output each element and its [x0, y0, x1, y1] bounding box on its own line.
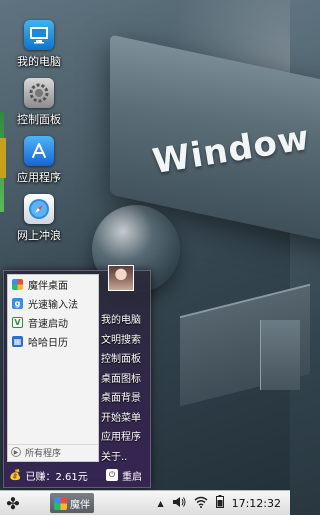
- volume-icon[interactable]: [172, 496, 186, 511]
- moban-icon: [12, 279, 23, 290]
- wallpaper-block: [260, 320, 300, 390]
- start-menu-footer: 💰 已赚：2.61元 ⏻ 重启: [4, 463, 150, 487]
- desktop-icon-label: 应用程序: [17, 171, 61, 184]
- clock[interactable]: 17:12:32: [232, 497, 281, 510]
- start-menu-link-apps[interactable]: 应用程序: [100, 428, 150, 448]
- settings-icon: [24, 78, 54, 108]
- wifi-icon[interactable]: [194, 496, 208, 511]
- start-menu-link-control-panel[interactable]: 控制面板: [100, 350, 150, 370]
- taskbar-app-moban[interactable]: 魔伴: [50, 493, 94, 513]
- all-programs-button[interactable]: ▶ 所有程序: [8, 444, 98, 459]
- restart-button[interactable]: ⏻ 重启: [106, 468, 142, 483]
- start-menu-item-input-method[interactable]: g 光速输入法: [8, 294, 98, 313]
- start-menu-item-calendar[interactable]: ▦ 哈哈日历: [8, 332, 98, 351]
- start-menu-link-search[interactable]: 文明搜索: [100, 331, 150, 351]
- money-bag-icon: 💰: [9, 469, 22, 481]
- start-menu-item-mobanzhuomian[interactable]: 魔伴桌面: [8, 275, 98, 294]
- earnings-display: 💰 已赚：2.61元: [9, 468, 88, 483]
- start-button[interactable]: ✤: [0, 491, 26, 515]
- system-tray: ▲ 17:12:32: [157, 491, 290, 515]
- start-menu-link-desktop-background[interactable]: 桌面背景: [100, 389, 150, 409]
- start-menu-link-my-computer[interactable]: 我的电脑: [100, 311, 150, 331]
- start-menu: 魔伴桌面 g 光速输入法 V 音速启动 ▦ 哈哈日历 ▶ 所有程序 我的电脑 文…: [3, 265, 151, 488]
- desktop-icon-computer[interactable]: 我的电脑: [8, 20, 70, 69]
- start-menu-item-label: 光速输入法: [28, 300, 78, 311]
- all-programs-label: 所有程序: [25, 448, 62, 459]
- start-menu-item-label: 魔伴桌面: [28, 281, 68, 292]
- restart-label: 重启: [122, 471, 142, 483]
- quick-launch-icon: V: [12, 317, 23, 328]
- compass-icon: [24, 194, 54, 224]
- desktop-icon-apps[interactable]: 应用程序: [8, 136, 70, 185]
- start-menu-right-list: 我的电脑 文明搜索 控制面板 桌面图标 桌面背景 开始菜单 应用程序 关于..: [100, 311, 150, 467]
- desktop-icon-browser[interactable]: 网上冲浪: [8, 194, 70, 243]
- start-menu-link-desktop-icons[interactable]: 桌面图标: [100, 370, 150, 390]
- calendar-icon: ▦: [12, 336, 23, 347]
- left-edge-accent-2: [0, 138, 6, 178]
- start-menu-item-quick-launch[interactable]: V 音速启动: [8, 313, 98, 332]
- start-menu-item-label: 音速启动: [28, 319, 68, 330]
- desktop-icon-label: 网上冲浪: [17, 229, 61, 242]
- desktop-icon-label: 我的电脑: [17, 55, 61, 68]
- clover-icon: ✤: [6, 493, 20, 513]
- moban-icon: [54, 496, 67, 510]
- start-menu-pinned-list: 魔伴桌面 g 光速输入法 V 音速启动 ▦ 哈哈日历 ▶ 所有程序: [7, 274, 99, 462]
- appstore-icon: [24, 136, 54, 166]
- battery-icon[interactable]: [215, 495, 224, 511]
- taskbar: ✤ 魔伴 ▲ 17:12:32: [0, 490, 290, 515]
- earnings-label: 已赚：2.61元: [25, 471, 88, 483]
- start-menu-link-start-menu[interactable]: 开始菜单: [100, 409, 150, 429]
- taskbar-app-label: 魔伴: [70, 499, 90, 511]
- desktop-icon-control-panel[interactable]: 控制面板: [8, 78, 70, 127]
- arrow-right-icon: ▶: [11, 447, 21, 457]
- start-menu-item-label: 哈哈日历: [28, 338, 68, 349]
- avatar[interactable]: [108, 265, 134, 291]
- computer-icon: [24, 20, 54, 50]
- desktop-icon-label: 控制面板: [17, 113, 61, 126]
- input-method-icon: g: [12, 298, 23, 309]
- power-icon: ⏻: [106, 469, 118, 481]
- tray-expand-icon[interactable]: ▲: [157, 499, 163, 508]
